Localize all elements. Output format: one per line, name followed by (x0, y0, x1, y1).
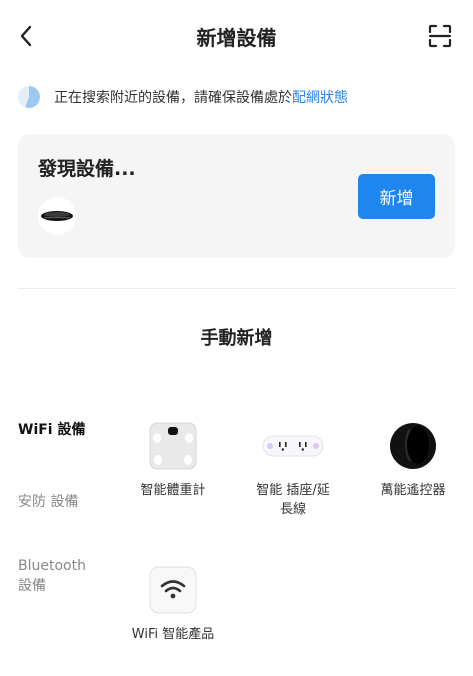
add-found-device-button[interactable]: 新增 (358, 174, 435, 219)
product-label: 萬能遙控器 (380, 483, 446, 498)
product-universal-remote[interactable]: 萬能遙控器 (358, 421, 468, 500)
scan-icon (428, 24, 452, 48)
scan-button[interactable] (426, 22, 454, 50)
remote-icon (388, 421, 438, 471)
section-divider (18, 288, 455, 289)
found-device-thumbnail[interactable] (38, 197, 76, 235)
found-devices-title: 發現設備... (38, 158, 136, 180)
manual-add-title: 手動新增 (200, 328, 273, 349)
product-label: WiFi 智能產品 (131, 627, 215, 642)
search-status-text: 正在搜索附近的設備，請確保設備處於 (54, 90, 292, 106)
product-label: 智能 插座/延 長線 (256, 483, 330, 517)
page-title: 新增設備 (196, 26, 277, 50)
scale-icon (148, 421, 198, 471)
network-mode-link[interactable]: 配網狀態 (292, 87, 348, 107)
power-strip-icon (261, 421, 325, 471)
wifi-icon (148, 565, 198, 615)
category-wifi-devices[interactable]: WiFi 設備 (18, 420, 85, 440)
category-bluetooth-devices[interactable]: Bluetooth 設備 (18, 556, 86, 596)
product-smart-scale[interactable]: 智能體重計 (118, 421, 228, 500)
found-devices-card: 發現設備... 新增 (18, 134, 455, 258)
category-security-devices[interactable]: 安防 設備 (18, 492, 78, 512)
ir-hub-device-icon (41, 211, 73, 221)
search-status: 正在搜索附近的設備，請確保設備處於 配網狀態 (18, 84, 348, 110)
loading-spinner-icon (18, 86, 40, 108)
header: 新增設備 (0, 0, 473, 72)
product-label: 智能體重計 (140, 483, 206, 498)
product-wifi-smart[interactable]: WiFi 智能產品 (118, 565, 228, 644)
product-smart-plug-strip[interactable]: 智能 插座/延 長線 (238, 421, 348, 519)
